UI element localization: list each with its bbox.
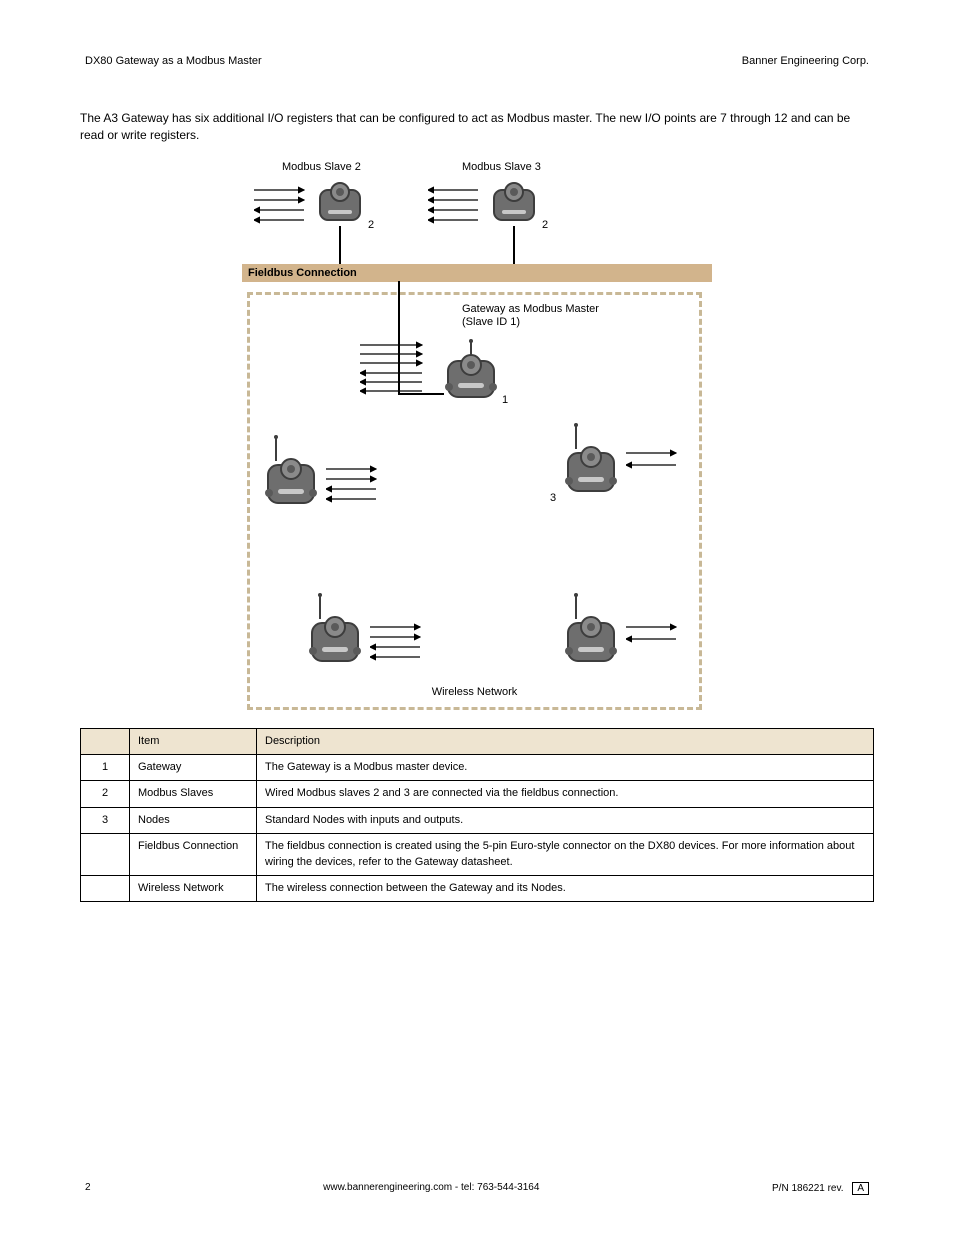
cell-desc: Standard Nodes with inputs and outputs. — [257, 807, 874, 833]
node-top-right-icon — [560, 423, 622, 501]
num-2b: 2 — [542, 218, 548, 233]
gateway-label-line1: Gateway as Modbus Master — [462, 303, 599, 315]
num-3: 3 — [550, 491, 556, 506]
definitions-table: Item Description 1 Gateway The Gateway i… — [80, 728, 874, 903]
th-blank — [81, 728, 130, 754]
body: The A3 Gateway has six additional I/O re… — [80, 110, 874, 902]
cell-n — [81, 834, 130, 876]
cell-label: Wireless Network — [130, 875, 257, 901]
footer-rev: A — [852, 1182, 869, 1195]
modbus-slave-2-icon — [314, 176, 366, 228]
node-top-left-icon — [260, 435, 322, 513]
gateway-label-line2: (Slave ID 1) — [462, 316, 520, 328]
th-item: Item — [130, 728, 257, 754]
arrows-node-top-right — [626, 447, 684, 477]
cell-desc: Wired Modbus slaves 2 and 3 are connecte… — [257, 781, 874, 807]
intro-paragraph: The A3 Gateway has six additional I/O re… — [80, 110, 874, 144]
cell-label: Fieldbus Connection — [130, 834, 257, 876]
footer-pn: P/N 186221 rev. — [772, 1183, 844, 1194]
cell-label: Modbus Slaves — [130, 781, 257, 807]
gateway-icon — [440, 339, 502, 407]
cell-n: 3 — [81, 807, 130, 833]
table-row: 3 Nodes Standard Nodes with inputs and o… — [81, 807, 874, 833]
footer-right: P/N 186221 rev. A — [772, 1182, 869, 1195]
footer-center: www.bannerengineering.com - tel: 763-544… — [323, 1182, 539, 1195]
arrows-slave-3 — [428, 184, 486, 224]
arrows-gateway — [360, 339, 430, 399]
table-row: 2 Modbus Slaves Wired Modbus slaves 2 an… — [81, 781, 874, 807]
cell-desc: The fieldbus connection is created using… — [257, 834, 874, 876]
node-bottom-left-icon — [304, 593, 366, 671]
drop-line-slave-3 — [513, 226, 515, 264]
fieldbus-bar: Fieldbus Connection — [242, 264, 712, 282]
num-2a: 2 — [368, 218, 374, 233]
cell-label: Nodes — [130, 807, 257, 833]
cell-desc: The wireless connection between the Gate… — [257, 875, 874, 901]
drop-line-slave-2 — [339, 226, 341, 264]
diagram: Modbus Slave 2 Modbus Slave 3 2 — [242, 160, 712, 720]
cell-n: 2 — [81, 781, 130, 807]
node-bottom-right-icon — [560, 593, 622, 671]
arrows-slave-2 — [254, 184, 312, 224]
gateway-label: Gateway as Modbus Master (Slave ID 1) — [462, 303, 599, 329]
footer: 2 www.bannerengineering.com - tel: 763-5… — [85, 1182, 869, 1195]
modbus-slave-3-icon — [488, 176, 540, 228]
diagram-wrap: Modbus Slave 2 Modbus Slave 3 2 — [242, 160, 712, 720]
label-modbus-slave-3: Modbus Slave 3 — [462, 160, 541, 175]
table-row: Wireless Network The wireless connection… — [81, 875, 874, 901]
cell-n: 1 — [81, 754, 130, 780]
wireless-label: Wireless Network — [250, 685, 699, 700]
arrows-node-bottom-right — [626, 621, 684, 651]
table-header-row: Item Description — [81, 728, 874, 754]
arrows-node-bottom-left — [370, 621, 428, 661]
table-row: 1 Gateway The Gateway is a Modbus master… — [81, 754, 874, 780]
arrows-node-top-left — [326, 463, 384, 503]
th-desc: Description — [257, 728, 874, 754]
cell-label: Gateway — [130, 754, 257, 780]
table-row: Fieldbus Connection The fieldbus connect… — [81, 834, 874, 876]
cell-n — [81, 875, 130, 901]
num-1: 1 — [502, 393, 508, 408]
label-modbus-slave-2: Modbus Slave 2 — [282, 160, 361, 175]
footer-page-num: 2 — [85, 1182, 91, 1195]
header-right: Banner Engineering Corp. — [742, 55, 869, 67]
cell-desc: The Gateway is a Modbus master device. — [257, 754, 874, 780]
header-left: DX80 Gateway as a Modbus Master — [85, 55, 262, 67]
page: DX80 Gateway as a Modbus Master Banner E… — [0, 0, 954, 1235]
wireless-box: Gateway as Modbus Master (Slave ID 1) — [247, 292, 702, 710]
